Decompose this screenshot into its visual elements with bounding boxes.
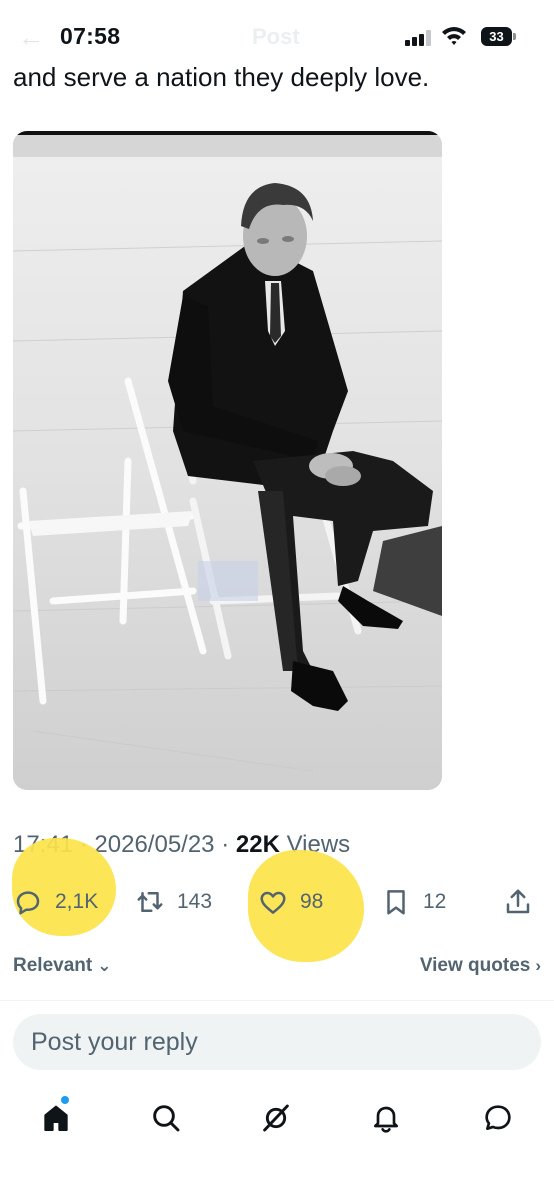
reply-placeholder: Post your reply: [31, 1028, 198, 1056]
sort-relevant-button[interactable]: Relevant ⌄: [13, 955, 111, 977]
tab-search[interactable]: [144, 1096, 188, 1140]
battery-icon: 33: [481, 27, 516, 46]
bookmark-button[interactable]: 12: [381, 877, 446, 927]
header-title: Post: [252, 24, 300, 49]
view-quotes-label: View quotes: [419, 955, 531, 976]
tab-notifications[interactable]: [364, 1096, 408, 1140]
cellular-signal-icon: [405, 30, 433, 46]
tweet-photo[interactable]: [13, 131, 442, 790]
status-bar: ← Post 07:58 33: [0, 0, 554, 64]
chevron-down-icon: ⌄: [97, 956, 112, 975]
view-quotes-link[interactable]: View quotes ›: [420, 955, 541, 977]
bookmark-count: 12: [423, 890, 447, 913]
reply-input[interactable]: Post your reply: [13, 1014, 541, 1070]
tab-grok[interactable]: [254, 1096, 298, 1140]
tab-messages[interactable]: [476, 1096, 520, 1140]
meta-separator: ·: [221, 831, 230, 858]
home-icon: [44, 1105, 68, 1131]
tab-home[interactable]: [34, 1096, 78, 1140]
grok-icon: [263, 1104, 289, 1132]
wifi-icon: [442, 27, 466, 45]
share-icon: [506, 889, 530, 914]
chevron-right-icon: ›: [535, 956, 541, 975]
sort-relevant-label: Relevant: [13, 955, 93, 976]
messages-icon: [485, 1105, 511, 1130]
bottom-tab-bar: [0, 1090, 554, 1146]
battery-level: 33: [481, 27, 512, 46]
tweet-text: and serve a nation they deeply love.: [13, 62, 430, 92]
reply-icon: [16, 891, 40, 915]
timestamp-date: 2026/05/23: [94, 831, 215, 858]
share-button[interactable]: [503, 877, 533, 927]
tweet-actions: 2,1K 143 98 12: [0, 877, 554, 927]
like-button[interactable]: 98: [258, 877, 323, 927]
repost-button[interactable]: 143: [135, 877, 212, 927]
reply-count: 2,1K: [55, 890, 99, 913]
repost-icon: [137, 892, 163, 912]
home-notification-dot: [61, 1096, 69, 1104]
views-count: 22K: [235, 831, 280, 858]
like-icon: [260, 891, 286, 914]
bookmark-icon: [387, 890, 405, 915]
photo-man-seated-on-chair: [13, 131, 442, 790]
replies-sort-row: Relevant ⌄ View quotes ›: [13, 955, 541, 983]
divider: [0, 1000, 554, 1001]
repost-count: 143: [177, 890, 213, 913]
like-count: 98: [300, 890, 324, 913]
notifications-icon: [374, 1106, 398, 1133]
search-icon: [153, 1105, 180, 1132]
status-time: 07:58: [60, 23, 121, 49]
reply-button[interactable]: 2,1K: [13, 877, 98, 927]
back-arrow-icon[interactable]: ←: [18, 22, 44, 53]
